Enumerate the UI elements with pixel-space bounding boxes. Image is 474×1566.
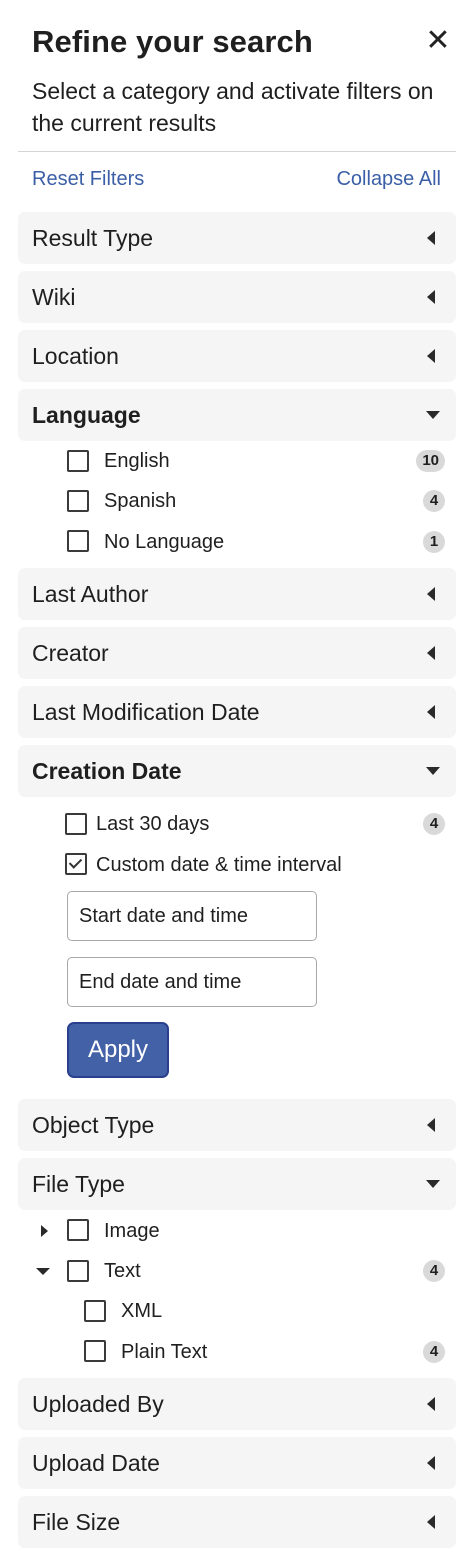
category-label: Last Author: [32, 581, 149, 607]
caret-right-icon[interactable]: [41, 1225, 48, 1237]
category-creation-date[interactable]: Creation Date: [18, 745, 456, 797]
reset-filters-link[interactable]: Reset Filters: [32, 166, 144, 192]
caret-left-icon: [427, 1397, 435, 1411]
custom-interval-checkbox[interactable]: [65, 853, 87, 875]
panel-subtitle: Select a category and activate filters o…: [32, 78, 434, 136]
no-language-count-badge: 1: [423, 531, 445, 553]
panel-title: Refine your search: [32, 24, 313, 59]
no-language-label: No Language: [104, 531, 225, 553]
last-30-days-count-badge: 4: [423, 813, 445, 835]
category-language[interactable]: Language: [18, 389, 456, 441]
plain-text-checkbox[interactable]: [84, 1340, 106, 1362]
xml-checkbox[interactable]: [84, 1300, 106, 1322]
category-label: Creation Date: [32, 758, 182, 784]
text-count-badge: 4: [423, 1260, 445, 1282]
spanish-checkbox[interactable]: [67, 490, 89, 512]
caret-down-icon: [426, 411, 440, 419]
close-icon[interactable]: ✕: [424, 26, 452, 56]
image-label: Image: [104, 1220, 160, 1242]
caret-left-icon: [427, 705, 435, 719]
category-result-type[interactable]: Result Type: [18, 212, 456, 264]
category-upload-date[interactable]: Upload Date: [18, 1437, 456, 1489]
text-checkbox[interactable]: [67, 1260, 89, 1282]
category-object-type[interactable]: Object Type: [18, 1099, 456, 1151]
no-language-checkbox[interactable]: [67, 530, 89, 552]
caret-left-icon: [427, 1456, 435, 1470]
caret-left-icon: [427, 587, 435, 601]
plain-text-count-badge: 4: [423, 1341, 445, 1363]
spanish-label: Spanish: [104, 490, 177, 512]
caret-left-icon: [427, 1118, 435, 1132]
caret-down-icon[interactable]: [36, 1268, 50, 1275]
category-file-size[interactable]: File Size: [18, 1496, 456, 1548]
category-label: Last Modification Date: [32, 699, 260, 725]
category-label: Location: [32, 343, 119, 369]
caret-down-icon: [426, 767, 440, 775]
caret-left-icon: [427, 349, 435, 363]
category-location[interactable]: Location: [18, 330, 456, 382]
caret-left-icon: [427, 646, 435, 660]
category-wiki[interactable]: Wiki: [18, 271, 456, 323]
last-30-days-label: Last 30 days: [96, 813, 210, 835]
start-date-input[interactable]: [67, 891, 317, 941]
text-label: Text: [104, 1260, 141, 1282]
search-filter-panel: Refine your search ✕ Select a category a…: [0, 0, 474, 1566]
divider: [18, 151, 456, 152]
category-label: Language: [32, 402, 141, 428]
xml-label: XML: [121, 1300, 163, 1322]
english-label: English: [104, 450, 170, 472]
last-30-days-checkbox[interactable]: [65, 813, 87, 835]
category-label: Creator: [32, 640, 109, 666]
category-label: Wiki: [32, 284, 76, 310]
caret-down-icon: [426, 1180, 440, 1188]
category-file-type[interactable]: File Type: [18, 1158, 456, 1210]
category-last-modification-date[interactable]: Last Modification Date: [18, 686, 456, 738]
category-last-author[interactable]: Last Author: [18, 568, 456, 620]
collapse-all-link[interactable]: Collapse All: [336, 166, 441, 192]
english-checkbox[interactable]: [67, 450, 89, 472]
category-label: Upload Date: [32, 1450, 160, 1476]
end-date-input[interactable]: [67, 957, 317, 1007]
caret-left-icon: [427, 231, 435, 245]
caret-left-icon: [427, 1515, 435, 1529]
custom-interval-label: Custom date & time interval: [96, 854, 342, 876]
category-label: Result Type: [32, 225, 154, 251]
category-label: File Type: [32, 1171, 125, 1197]
spanish-count-badge: 4: [423, 490, 445, 512]
category-uploaded-by[interactable]: Uploaded By: [18, 1378, 456, 1430]
category-creator[interactable]: Creator: [18, 627, 456, 679]
category-label: File Size: [32, 1509, 121, 1535]
apply-button[interactable]: Apply: [67, 1022, 169, 1078]
image-checkbox[interactable]: [67, 1219, 89, 1241]
category-label: Uploaded By: [32, 1391, 164, 1417]
english-count-badge: 10: [416, 450, 445, 472]
plain-text-label: Plain Text: [121, 1341, 208, 1363]
caret-left-icon: [427, 290, 435, 304]
category-label: Object Type: [32, 1112, 155, 1138]
